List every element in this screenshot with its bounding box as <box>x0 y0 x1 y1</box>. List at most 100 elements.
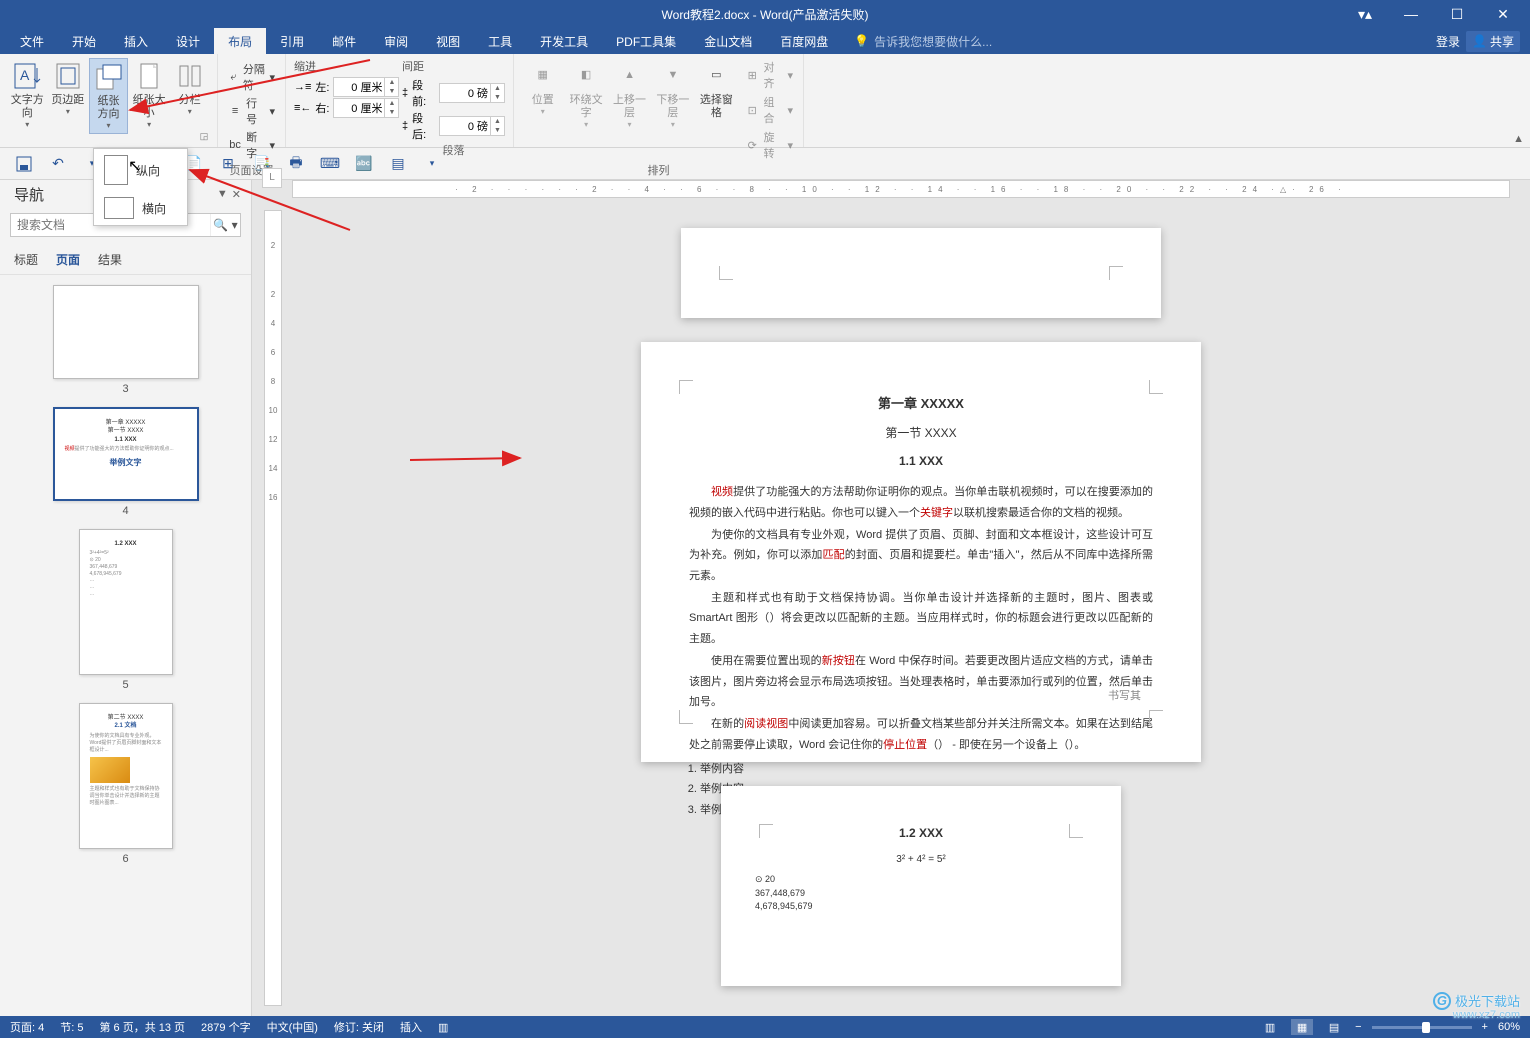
align-button: ⊞对齐 ▾ <box>743 58 795 92</box>
tab-home[interactable]: 开始 <box>58 28 110 55</box>
tab-references[interactable]: 引用 <box>266 28 318 55</box>
margins-button[interactable]: 页边距▾ <box>49 58 88 134</box>
nav-dropdown-icon[interactable]: ▼ <box>217 188 228 201</box>
after-icon: ‡ <box>402 120 408 132</box>
sub-title: 1.1 XXX <box>689 450 1153 472</box>
tab-review[interactable]: 审阅 <box>370 28 422 55</box>
watermark-logo-icon: G <box>1433 992 1451 1010</box>
save-button[interactable] <box>14 154 34 174</box>
tab-view[interactable]: 视图 <box>422 28 474 55</box>
breaks-button[interactable]: ⤶分隔符 ▾ <box>226 60 277 94</box>
share-icon: 👤 <box>1472 34 1487 48</box>
titlebar: Word教程2.docx - Word(产品激活失败) ▾▴ — ☐ ✕ <box>0 0 1530 28</box>
para-1: 视频提供了功能强大的方法帮助你证明你的观点。当你单击联机视频时，可以在搜要添加的… <box>689 482 1153 523</box>
tellme-search[interactable]: 💡 告诉我您想要做什么... <box>854 33 992 50</box>
page-5-partial: 1.2 XXX 3² + 4² = 5² ⊙ 20 367,448,679 4,… <box>721 786 1121 986</box>
sub-title-2: 1.2 XXX <box>755 826 1087 840</box>
view-read-icon[interactable]: ▥ <box>1259 1019 1281 1035</box>
watermark: G 极光下载站 www.xz7.com <box>1433 991 1520 1010</box>
status-pages[interactable]: 第 6 页，共 13 页 <box>99 1019 185 1035</box>
thumbnail-list: 3 第一章 XXXXX第一节 XXXX1.1 XXX 视频提供了功能强大的方法帮… <box>0 275 251 1016</box>
zoom-in-icon[interactable]: + <box>1482 1021 1488 1033</box>
tab-baidu[interactable]: 百度网盘 <box>766 28 842 55</box>
status-words[interactable]: 2879 个字 <box>201 1019 251 1035</box>
qat-item-6[interactable]: ⌨ <box>320 154 340 174</box>
tab-kingsoft[interactable]: 金山文档 <box>690 28 766 55</box>
page-setup-launcher[interactable]: ◲ <box>197 131 211 145</box>
chapter-title: 第一章 XXXXX <box>689 392 1153 416</box>
tab-file[interactable]: 文件 <box>6 28 58 55</box>
document-area[interactable]: · 2 · · · · · · 2 · · 4 · · 6 · · 8 · · … <box>252 180 1530 1016</box>
orientation-portrait[interactable]: 纵向 <box>94 149 187 191</box>
search-icon[interactable]: 🔍 ▾ <box>210 214 240 236</box>
spacing-before-input[interactable]: ▲▼ <box>439 83 505 103</box>
status-lang[interactable]: 中文(中国) <box>267 1019 318 1035</box>
nav-close-icon[interactable]: ✕ <box>232 188 241 201</box>
tab-mailings[interactable]: 邮件 <box>318 28 370 55</box>
formula: 3² + 4² = 5² <box>755 854 1087 865</box>
selpane-icon: ▭ <box>700 60 732 92</box>
tab-design[interactable]: 设计 <box>162 28 214 55</box>
navtab-headings[interactable]: 标题 <box>14 251 38 268</box>
view-web-icon[interactable]: ▤ <box>1323 1019 1345 1035</box>
view-print-icon[interactable]: ▦ <box>1291 1019 1313 1035</box>
before-label: 段前: <box>412 77 435 109</box>
menu-tabs: 文件 开始 插入 设计 布局 引用 邮件 审阅 视图 工具 开发工具 PDF工具… <box>0 28 1530 54</box>
zoom-out-icon[interactable]: − <box>1355 1021 1361 1033</box>
hyphen-button[interactable]: bc断字 ▾ <box>226 128 277 162</box>
thumb-6[interactable]: 第二节 XXXX2.1 文档 为使你的文档具有专业外观，Word提供了页眉页脚封… <box>79 703 173 865</box>
spacing-after-input[interactable]: ▲▼ <box>439 116 505 136</box>
columns-button[interactable]: 分栏▾ <box>170 58 209 134</box>
ruler-corner: L <box>262 168 282 188</box>
orientation-button[interactable]: 纸张方向▾ <box>89 58 128 134</box>
qat-item-5[interactable]: 🖶 <box>286 154 306 174</box>
breaks-icon: ⤶ <box>228 69 239 85</box>
para-4: 使用在需要位置出现的新按钮在 Word 中保存时间。若要更改图片适应文档的方式，… <box>689 651 1153 712</box>
orientation-icon <box>93 61 125 93</box>
qat-item-7[interactable]: 🔤 <box>354 154 374 174</box>
horizontal-ruler[interactable]: · 2 · · · · · · 2 · · 4 · · 6 · · 8 · · … <box>292 180 1510 198</box>
thumb-3[interactable]: 3 <box>53 285 199 395</box>
indent-left-label: 左: <box>315 79 329 95</box>
status-bar: 页面: 4 节: 5 第 6 页，共 13 页 2879 个字 中文(中国) 修… <box>0 1016 1530 1038</box>
login-link[interactable]: 登录 <box>1436 33 1460 50</box>
collapse-ribbon-icon[interactable]: ▲ <box>1513 133 1524 145</box>
status-section[interactable]: 节: 5 <box>60 1019 83 1035</box>
thumb-5[interactable]: 1.2 XXX 3²+4²=5²⊙ 20367,448,6794,678,945… <box>79 529 173 691</box>
share-button[interactable]: 👤 共享 <box>1466 31 1520 52</box>
indent-left-input[interactable]: ▲▼ <box>333 77 399 97</box>
navtab-results[interactable]: 结果 <box>98 251 122 268</box>
tab-tools[interactable]: 工具 <box>474 28 526 55</box>
tab-layout[interactable]: 布局 <box>214 28 266 55</box>
maximize-icon[interactable]: ☐ <box>1436 3 1478 25</box>
ribbon: A 文字方向▾ 页边距▾ 纸张方向▾ 纸张大小▾ 分栏▾ ◲ ⤶分隔符 <box>0 54 1530 148</box>
line-numbers-button[interactable]: ≡行号 ▾ <box>226 94 277 128</box>
indent-right-input[interactable]: ▲▼ <box>333 98 399 118</box>
page-3-partial <box>681 228 1161 318</box>
zoom-slider[interactable] <box>1372 1026 1472 1029</box>
navtab-pages[interactable]: 页面 <box>56 251 80 268</box>
orientation-landscape[interactable]: 横向 <box>94 191 187 225</box>
close-icon[interactable]: ✕ <box>1482 3 1524 25</box>
status-insert[interactable]: 插入 <box>400 1019 422 1035</box>
text-direction-button[interactable]: A 文字方向▾ <box>8 58 47 134</box>
zoom-value[interactable]: 60% <box>1498 1021 1520 1033</box>
vertical-ruler[interactable]: 2246810121416 <box>264 210 282 1006</box>
size-button[interactable]: 纸张大小▾ <box>130 58 169 134</box>
status-track[interactable]: 修订: 关闭 <box>334 1019 384 1035</box>
orientation-dropdown: 纵向 横向 <box>93 148 188 226</box>
minimize-icon[interactable]: — <box>1390 3 1432 25</box>
ribbon-options-icon[interactable]: ▾▴ <box>1344 3 1386 25</box>
hyphen-icon: bc <box>228 137 242 153</box>
tab-insert[interactable]: 插入 <box>110 28 162 55</box>
thumb-4[interactable]: 第一章 XXXXX第一节 XXXX1.1 XXX 视频提供了功能强大的方法帮助你… <box>53 407 199 517</box>
status-page[interactable]: 页面: 4 <box>10 1019 44 1035</box>
tab-pdf[interactable]: PDF工具集 <box>602 28 690 55</box>
undo-button[interactable]: ↶ <box>48 154 68 174</box>
page-4[interactable]: 第一章 XXXXX 第一节 XXXX 1.1 XXX 视频提供了功能强大的方法帮… <box>641 342 1201 762</box>
para-2: 为使你的文档具有专业外观，Word 提供了页眉、页脚、封面和文本框设计，这些设计… <box>689 525 1153 586</box>
selection-pane-button[interactable]: ▭选择窗格 <box>696 58 737 162</box>
tab-dev[interactable]: 开发工具 <box>526 28 602 55</box>
portrait-icon <box>104 155 128 185</box>
status-extra-icon[interactable]: ▥ <box>438 1021 448 1034</box>
